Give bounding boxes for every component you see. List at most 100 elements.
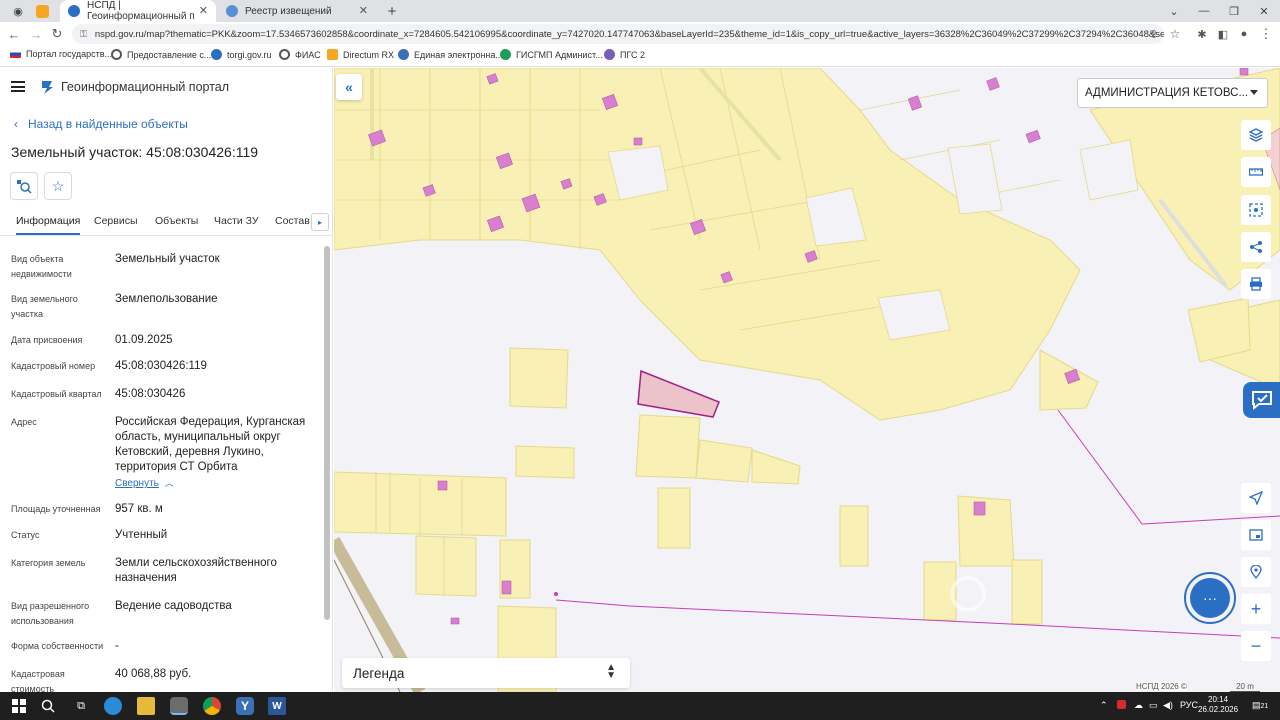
reload-icon[interactable]: ↻ <box>49 26 65 42</box>
bookmark-item[interactable]: ПГС 2 <box>604 49 645 60</box>
yandex-icon[interactable]: Y <box>236 697 254 715</box>
clock-time: 20:14 <box>1208 695 1229 704</box>
bookmarks-bar: Портал государств... Предоставление с...… <box>0 46 1280 67</box>
notifications-icon[interactable]: ▤21 <box>1252 700 1268 711</box>
profile-icon[interactable]: ● <box>1236 26 1252 42</box>
geolocation-button[interactable] <box>1241 557 1271 587</box>
cadastral-map-layer[interactable] <box>334 68 1280 692</box>
prop-label: Вид разрешенного использования <box>11 601 90 626</box>
app-icon[interactable] <box>170 697 188 715</box>
tab-objects[interactable]: Объекты <box>155 215 198 227</box>
system-clock[interactable]: 20:14 26.02.2026 <box>1198 695 1238 715</box>
globe-icon <box>111 49 122 60</box>
word-icon[interactable]: W <box>268 697 286 715</box>
tray-cloud-icon[interactable]: ☁ <box>1134 700 1143 711</box>
close-icon[interactable]: ✕ <box>359 4 368 17</box>
administration-select[interactable]: АДМИНИСТРАЦИЯ КЕТОВС... <box>1077 78 1268 108</box>
file-explorer-icon[interactable] <box>137 697 155 715</box>
select-area-icon <box>1249 203 1263 217</box>
pinned-tab-icon[interactable] <box>36 5 49 18</box>
navigate-button[interactable] <box>1241 483 1271 513</box>
layers-button[interactable] <box>1241 120 1271 150</box>
bookmark-label: Портал государств... <box>26 49 113 59</box>
tabs-scroll-right-button[interactable]: ▸ <box>311 213 329 231</box>
language-indicator[interactable]: РУС <box>1180 700 1198 710</box>
support-chat-tab[interactable] <box>1243 382 1280 418</box>
zoom-in-button[interactable]: + <box>1241 594 1271 624</box>
zoom-to-object-button[interactable] <box>10 172 38 200</box>
tab-search-icon[interactable]: ⌄ <box>1166 3 1182 19</box>
collapse-link[interactable]: Свернуть ︿ <box>115 476 315 491</box>
forward-icon[interactable]: → <box>28 26 44 42</box>
chat-assistant-button[interactable]: ··· <box>1184 572 1236 624</box>
tab-composition[interactable]: Состав <box>275 215 310 227</box>
tray-app-icon[interactable] <box>1117 700 1126 709</box>
bookmark-item[interactable]: Предоставление с... <box>111 49 211 60</box>
bookmark-star-icon[interactable]: ☆ <box>1167 26 1183 42</box>
prop-value[interactable]: 45:08:030426:119 <box>115 359 315 374</box>
plus-icon: + <box>1250 598 1262 619</box>
windows-start-icon[interactable] <box>10 697 28 715</box>
close-window-icon[interactable]: ✕ <box>1256 3 1272 19</box>
minimize-icon[interactable]: — <box>1196 3 1212 19</box>
chrome-icon[interactable] <box>203 697 221 715</box>
bookmark-item[interactable]: Портал государств... <box>10 49 112 59</box>
select-area-button[interactable] <box>1241 195 1271 225</box>
favorite-button[interactable]: ☆ <box>44 172 72 200</box>
scrollbar-thumb[interactable] <box>324 246 330 620</box>
back-icon[interactable]: ← <box>6 26 22 42</box>
map-canvas[interactable] <box>334 68 1280 692</box>
tab-parcel-parts[interactable]: Части ЗУ <box>214 215 259 227</box>
prop-value: 01.09.2025 <box>115 334 173 346</box>
tab-nspd[interactable]: НСПД | Геоинформационный п ✕ <box>60 0 216 22</box>
search-icon[interactable] <box>39 697 57 715</box>
minimap-button[interactable] <box>1241 520 1271 550</box>
edge-icon[interactable] <box>104 697 122 715</box>
extensions-icon[interactable]: ✱ <box>1194 26 1210 42</box>
share-map-button[interactable] <box>1241 232 1271 262</box>
browser-menu-icon[interactable]: ◉ <box>10 3 26 19</box>
menu-dots-icon[interactable]: ⋮ <box>1258 26 1274 42</box>
selected-parcel[interactable] <box>637 369 720 418</box>
measure-button[interactable] <box>1241 157 1271 187</box>
bookmark-item[interactable]: Единая электронна... <box>398 49 503 60</box>
tab-title: Реестр извещений <box>245 5 332 17</box>
bookmark-label: ФИАС <box>295 49 321 60</box>
close-icon[interactable]: ✕ <box>199 4 208 17</box>
back-to-results-link[interactable]: ‹ Назад в найденные объекты <box>14 117 188 131</box>
prop-value: 957 кв. м <box>115 503 163 515</box>
volume-icon[interactable]: ◀) <box>1163 700 1173 711</box>
restore-icon[interactable]: ❐ <box>1226 3 1242 19</box>
prop-label: Категория земель <box>11 558 86 568</box>
notification-count: 21 <box>1260 703 1269 710</box>
tab-information[interactable]: Информация <box>16 215 81 235</box>
bookmark-item[interactable]: ФИАС <box>279 49 321 60</box>
new-tab-icon[interactable]: + <box>384 3 400 20</box>
sidepanel-icon[interactable]: ◧ <box>1215 26 1231 42</box>
bookmark-label: ГИСГМП Админист... <box>516 49 603 60</box>
share-icon[interactable]: ⇪ <box>1146 26 1162 42</box>
hamburger-menu-icon[interactable] <box>11 81 25 92</box>
nspd-icon <box>68 5 80 17</box>
tab-registry[interactable]: Реестр извещений ✕ <box>218 0 376 22</box>
task-view-icon[interactable]: ⧉ <box>72 697 90 715</box>
zoom-out-button[interactable]: − <box>1241 631 1271 661</box>
network-icon[interactable]: ▭ <box>1149 700 1158 711</box>
collapse-label: Свернуть <box>115 478 159 489</box>
url-input[interactable]: ⚿ nspd.gov.ru/map?thematic=PKK&zoom=17.5… <box>72 24 1164 44</box>
bookmark-item[interactable]: Directum RX <box>327 49 394 60</box>
sidebar-scrollbar[interactable] <box>323 246 331 692</box>
tab-services[interactable]: Сервисы <box>94 215 138 227</box>
bookmark-label: Предоставление с... <box>127 49 212 60</box>
prop-value: Землепользование <box>115 293 218 305</box>
bookmark-item[interactable]: torgi.gov.ru <box>211 49 271 60</box>
info-tabs: Информация Сервисы Объекты Части ЗУ Сост… <box>0 208 332 236</box>
prop-value[interactable]: 45:08:030426 <box>115 387 315 402</box>
collapse-sidebar-button[interactable]: « <box>336 74 362 100</box>
bookmark-label: Единая электронна... <box>414 49 503 60</box>
bookmark-item[interactable]: ГИСГМП Админист... <box>500 49 603 60</box>
lock-icon: ⚿ <box>80 29 87 39</box>
tray-chevron-icon[interactable]: ⌃ <box>1100 700 1108 711</box>
print-button[interactable] <box>1241 269 1271 299</box>
legend-panel[interactable]: Легенда ▲ ▼ <box>342 658 630 688</box>
